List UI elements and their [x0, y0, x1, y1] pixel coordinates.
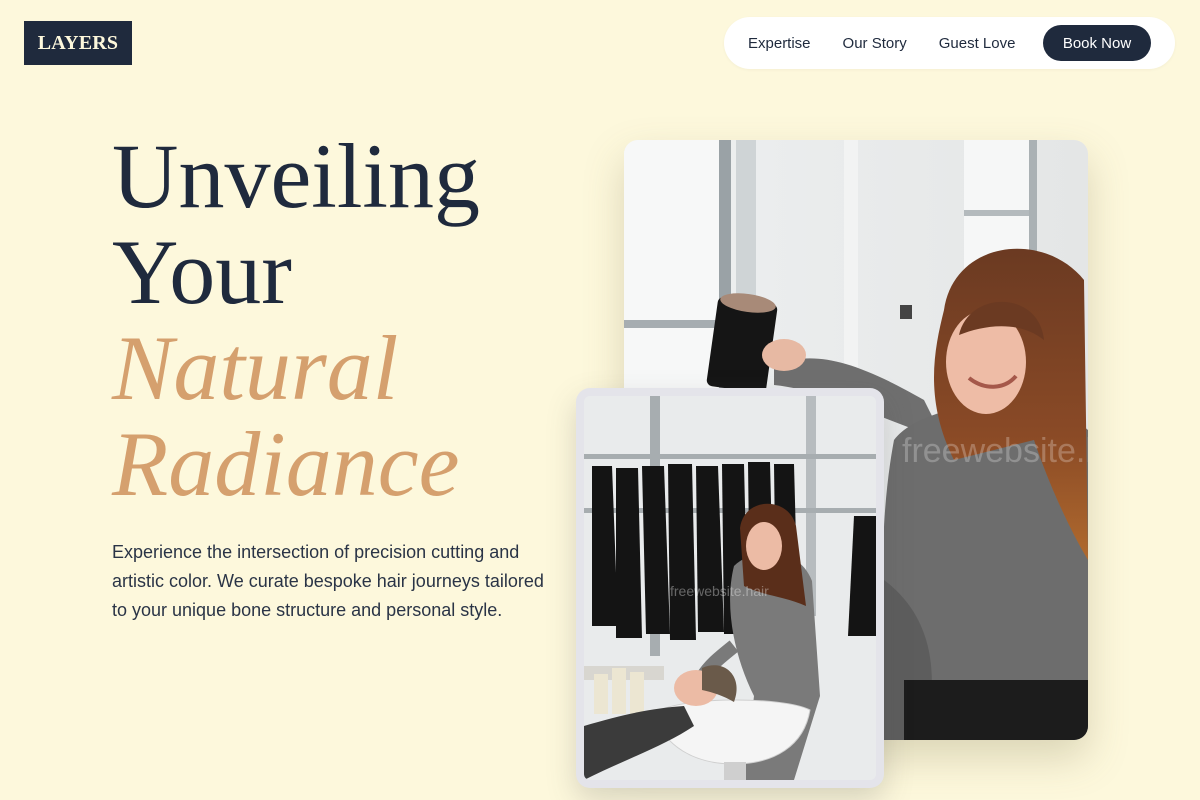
- hero-description: Experience the intersection of precision…: [112, 542, 544, 620]
- hero-secondary-photo-frame: freewebsite.hair: [576, 388, 884, 788]
- nav-link-our-story[interactable]: Our Story: [843, 35, 907, 52]
- main-nav: Expertise Our Story Guest Love Book Now: [724, 17, 1175, 69]
- headline-accent-natural: Natural: [112, 317, 399, 419]
- nav-link-guest-love[interactable]: Guest Love: [939, 35, 1016, 52]
- hero-headline: Unveiling Your Natural Radiance: [112, 128, 480, 512]
- small-photo-watermark: freewebsite.hair: [670, 583, 769, 599]
- hero-secondary-photo: freewebsite.hair: [584, 396, 876, 780]
- brand-logo[interactable]: LAYERS: [24, 21, 132, 65]
- headline-accent-radiance: Radiance: [112, 413, 460, 515]
- hair-wash-image: freewebsite.hair: [584, 396, 876, 780]
- headline-line-unveiling: Unveiling: [112, 125, 480, 227]
- headline-line-your: Your: [112, 221, 292, 323]
- nav-link-expertise[interactable]: Expertise: [748, 35, 811, 52]
- book-now-button[interactable]: Book Now: [1043, 25, 1151, 61]
- main-photo-watermark: freewebsite.hair: [902, 432, 1088, 470]
